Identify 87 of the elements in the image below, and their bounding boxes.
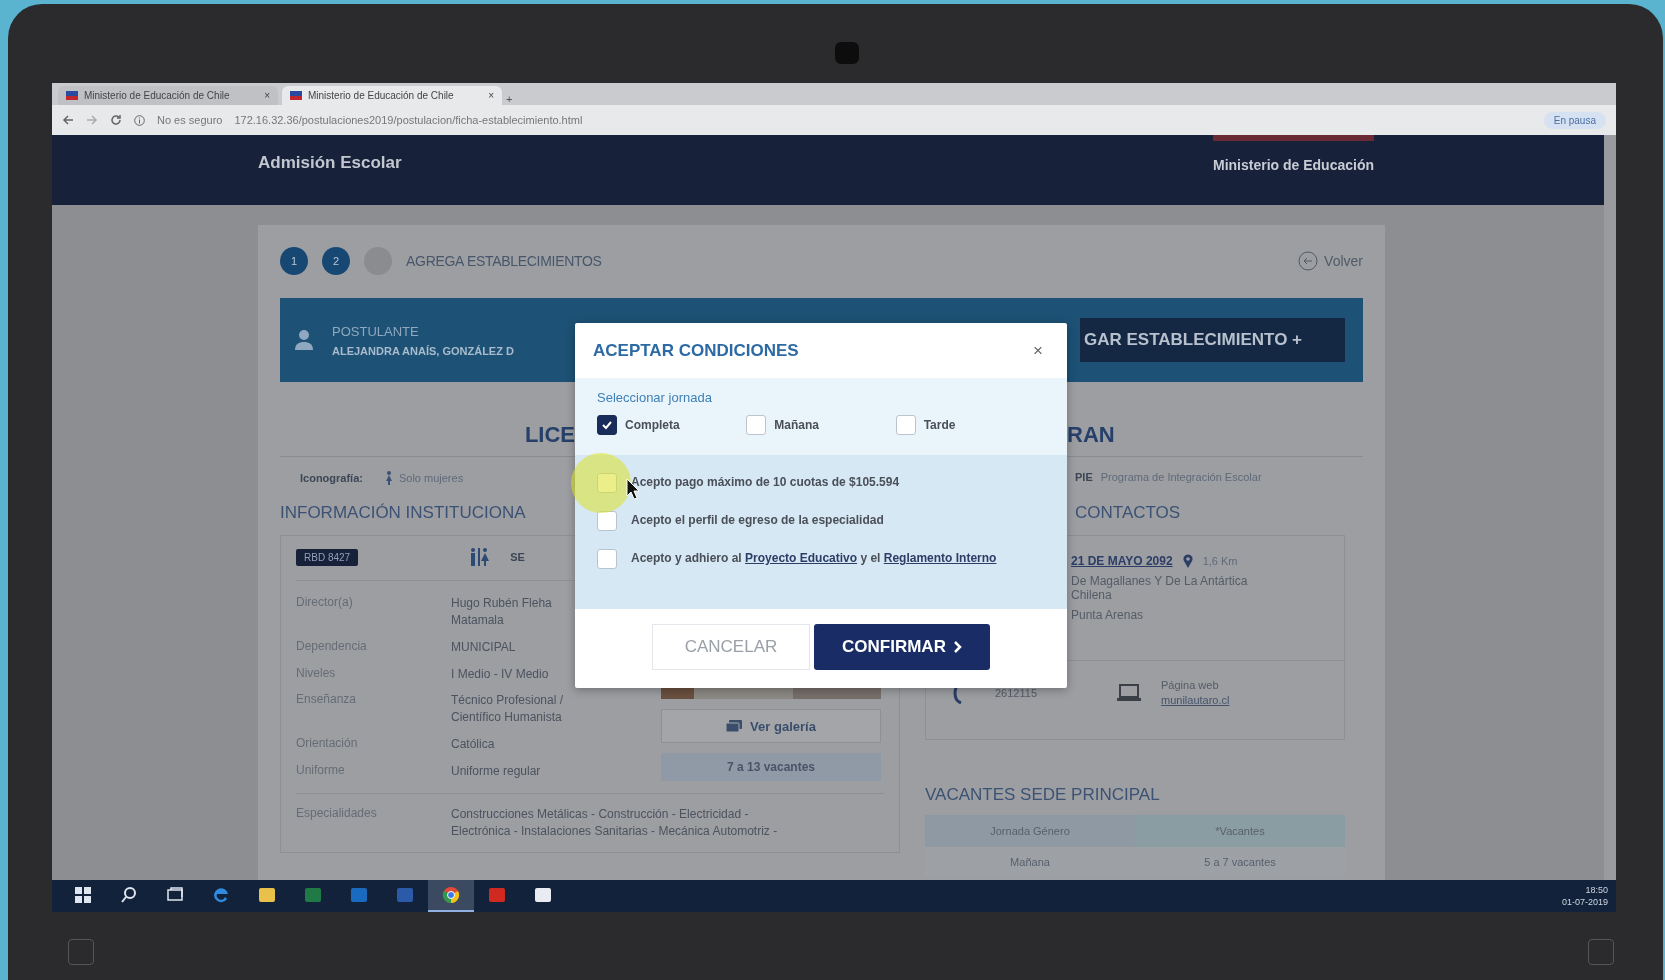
windows-logo-icon [73, 885, 93, 905]
bezel-corner-icon [68, 939, 94, 965]
gallery-button[interactable]: Ver galería [661, 709, 881, 743]
jornada-option[interactable]: Tarde [895, 415, 1045, 435]
pie-label: PIE [1075, 471, 1093, 485]
laptop-icon [1117, 683, 1141, 702]
new-tab-button[interactable]: + [506, 93, 513, 105]
webcam-icon [835, 42, 859, 64]
condition-text: Acepto el perfil de egreso de la especialidad [631, 512, 884, 529]
site-logo[interactable]: Admisión Escolar [258, 135, 402, 205]
check-icon [601, 419, 613, 431]
back-arrow-icon[interactable] [62, 114, 74, 126]
clock-date: 01-07-2019 [1561, 896, 1608, 908]
table-cell: Mañana [925, 847, 1135, 877]
table-header: *Vacantes [1135, 815, 1345, 847]
user-icon [294, 329, 314, 351]
info-icon[interactable] [134, 114, 145, 126]
browser-circle-icon [441, 885, 461, 905]
jornada-option[interactable]: Completa [597, 415, 747, 435]
ministry-name: Ministerio de Educación [1212, 135, 1374, 173]
info-value: Uniforme regular [451, 763, 542, 781]
region-text: De Magallanes Y De La Antártica Chilena [1071, 574, 1249, 602]
pdf-app-icon [487, 885, 507, 905]
clock-time: 18:50 [1584, 884, 1608, 896]
window-icon [533, 885, 553, 905]
dialog-title: ACEPTAR CONDICIONES [593, 340, 799, 361]
search-icon [119, 885, 139, 905]
section-title: CONTACTOS [1075, 503, 1181, 524]
step-title: AGREGA ESTABLECIMIENTOS [406, 253, 602, 269]
section-title: INFORMACIÓN INSTITUCIONA [280, 503, 526, 524]
info-value: Construcciones Metálicas - Construcción - Electricidad - Electrónica - Instalaciones Sanitarias - Mecánica Automotriz - [451, 806, 779, 840]
bezel-corner-icon [1588, 939, 1614, 965]
document-link[interactable]: Reglamento Interno [883, 551, 997, 565]
spreadsheet-app-icon [303, 885, 323, 905]
info-value: Católica [451, 736, 496, 754]
mail-app-icon [349, 885, 369, 905]
profile-button[interactable]: En pausa [1543, 111, 1606, 129]
pie-description: Programa de Integración Escolar [1100, 471, 1262, 485]
phone-number: 2612115 [995, 686, 1037, 699]
browser-tab[interactable]: Ministerio de Educación de Chile × [282, 86, 502, 105]
document-app-icon [395, 885, 415, 905]
city-text: Punta Arenas [1071, 608, 1145, 622]
mixed-gender-icon [468, 548, 491, 566]
tab-close-button[interactable]: × [488, 90, 494, 101]
school-title: LICE [524, 422, 575, 448]
forward-arrow-icon[interactable] [86, 114, 98, 126]
security-label[interactable]: No es seguro [157, 114, 223, 126]
images-icon [726, 720, 743, 732]
folder-icon [257, 885, 277, 905]
table-cell: 5 a 7 vacantes [1135, 847, 1345, 877]
applicant-label: POSTULANTE [332, 323, 420, 339]
web-label: Página web [1161, 679, 1220, 691]
chevron-right-icon [953, 641, 962, 653]
iconography-label: Iconografía: [300, 472, 363, 484]
tab-close-button[interactable]: × [264, 90, 270, 101]
browser-e-icon [211, 885, 231, 905]
step-circle: 2 [322, 247, 350, 275]
document-link[interactable]: Proyecto Educativo [745, 551, 858, 565]
applicant-name: ALEJANDRA ANAÍS, GONZÁLEZ D [332, 344, 514, 357]
rbd-badge: RBD 8427 [296, 548, 359, 566]
map-pin-icon [1182, 554, 1193, 568]
info-value: MUNICIPAL [451, 638, 517, 656]
checkbox[interactable] [597, 415, 617, 435]
vacancy-range: 7 a 13 vacantes [661, 753, 881, 781]
condition-text: Acepto pago máximo de 10 cuotas de $105.594 [631, 474, 900, 491]
reload-icon[interactable] [110, 114, 122, 126]
jornada-label: Seleccionar jornada [597, 390, 713, 405]
info-value: Técnico Profesional / Científico Humanista [451, 692, 565, 727]
school-title: RAN [1067, 422, 1115, 448]
scrollbar[interactable] [1604, 135, 1616, 880]
address-url[interactable]: 172.16.32.36/postulaciones2019/postulacion/ficha-establecimiento.html [234, 114, 583, 126]
address-link[interactable]: 21 DE MAYO 2092 [1071, 554, 1173, 568]
cursor-highlight [571, 453, 631, 513]
step-circle: 1 [280, 247, 308, 275]
confirm-button[interactable]: CONFIRMAR [814, 624, 990, 670]
info-tag: SE [510, 551, 525, 563]
female-figure-icon [384, 471, 393, 485]
condition-text: Acepto y adhiero al Proyecto Educativo y el Reglamento Interno [631, 550, 997, 567]
iconography-item: Solo mujeres [398, 472, 464, 484]
close-button[interactable]: × [1027, 339, 1049, 362]
table-header: Jornada Género [925, 815, 1135, 847]
info-value: Hugo Rubén Fleha Matamala [451, 595, 553, 629]
browser-tab[interactable]: Ministerio de Educación de Chile × [58, 86, 278, 105]
jornada-option[interactable]: Mañana [746, 415, 896, 435]
section-title: VACANTES SEDE PRINCIPAL [925, 785, 1161, 805]
add-school-button[interactable]: GAR ESTABLECIMIENTO + [1080, 318, 1345, 362]
info-value: I Medio - IV Medio [451, 665, 550, 683]
